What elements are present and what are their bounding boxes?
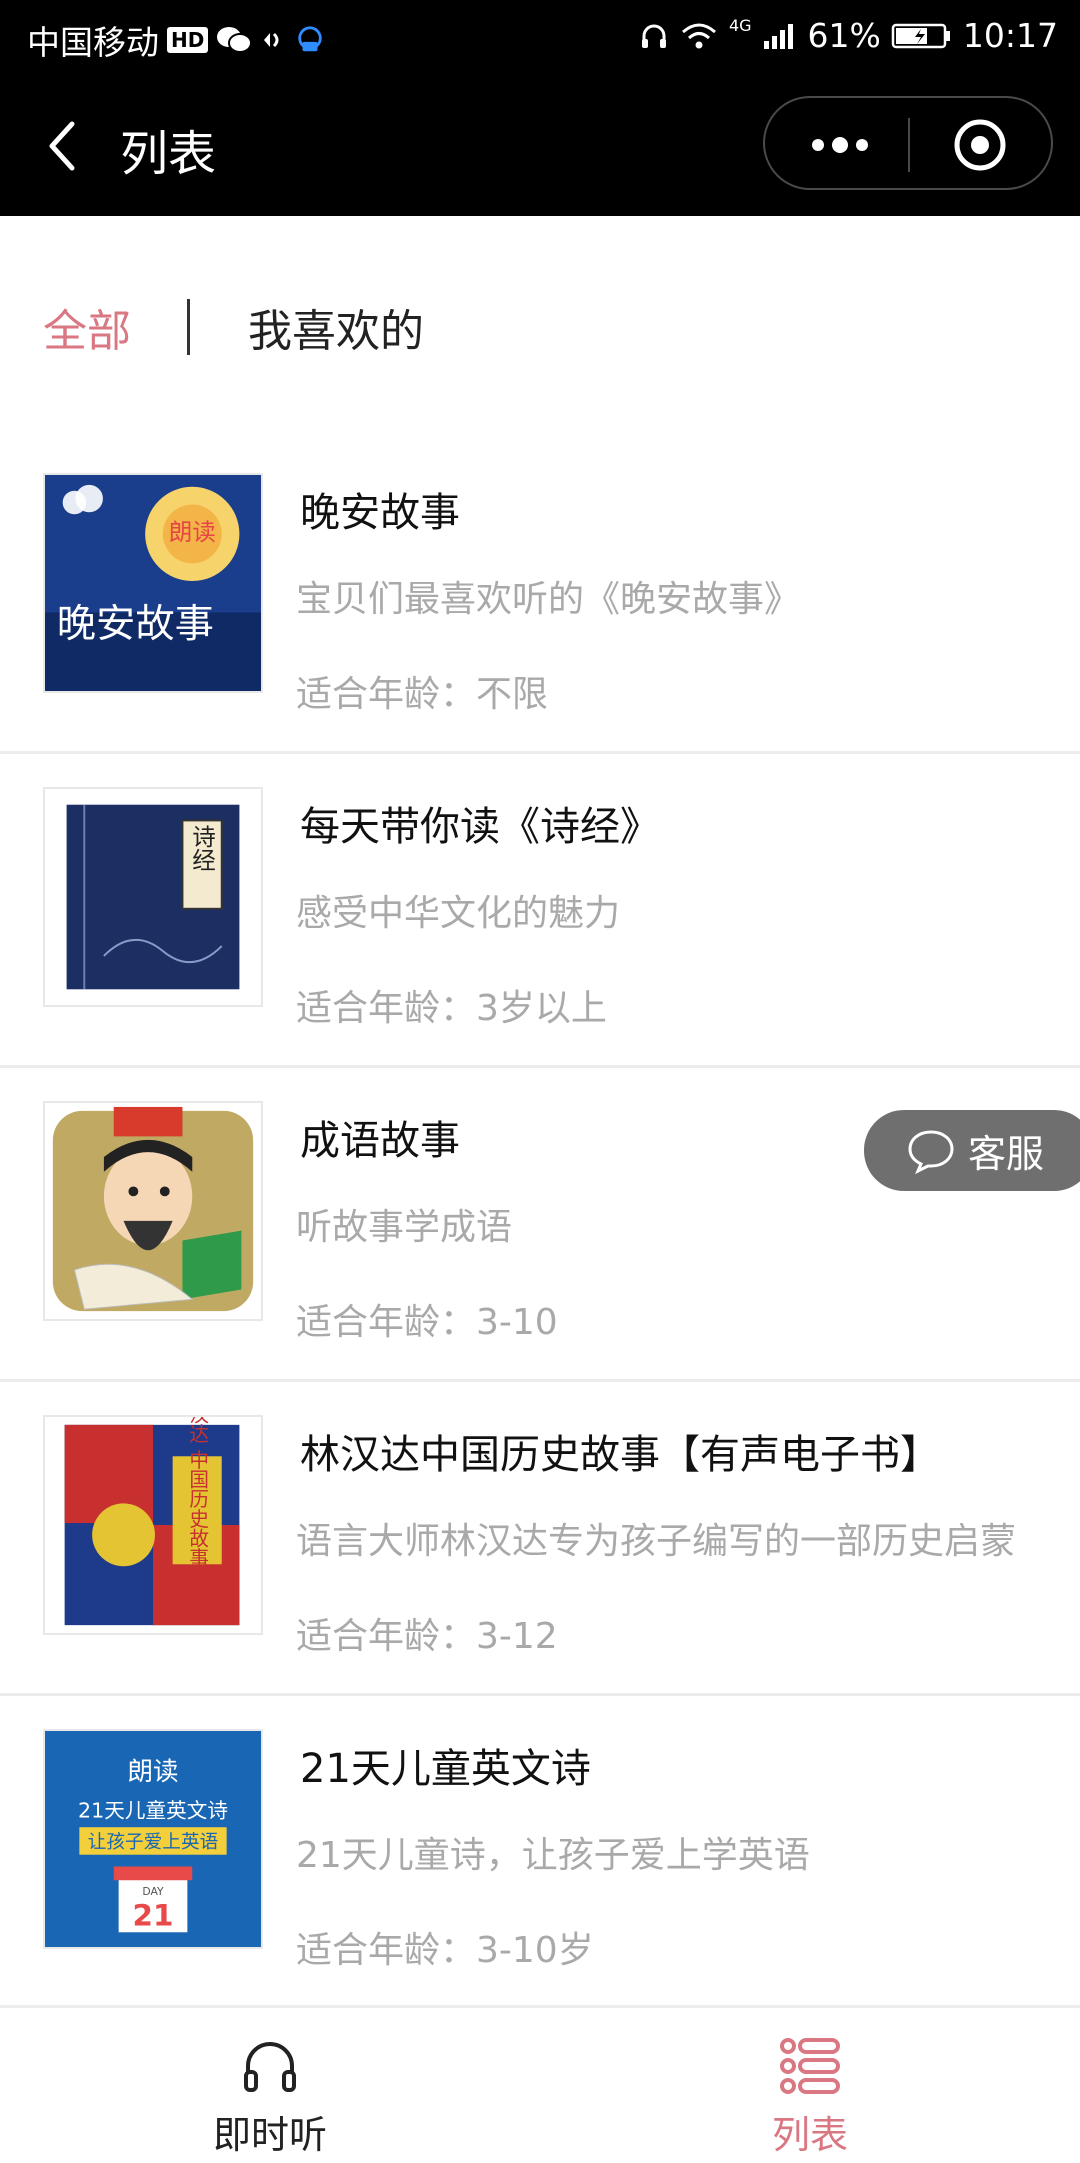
tab-list-label: 列表: [771, 2113, 848, 2157]
hd-badge: HD: [167, 27, 209, 53]
close-miniprogram-icon[interactable]: [950, 115, 1010, 175]
chat-bubble-icon: [908, 1129, 954, 1174]
cover-idiom-stories: [43, 1101, 263, 1321]
carrier-label: 中国移动: [27, 23, 159, 62]
item-age: 适合年龄：3-10岁: [296, 1930, 594, 1971]
clock: 10:17: [962, 16, 1058, 55]
filter-tabs: 全部 我喜欢的: [43, 296, 424, 358]
item-age: 适合年龄：不限: [296, 674, 549, 715]
miniprogram-capsule: [763, 96, 1053, 190]
item-description: 语言大师林汉达专为孩子编写的一部历史启蒙: [296, 1521, 1017, 1562]
cover-number: 21: [133, 1898, 174, 1932]
list-item[interactable]: 朗读 晚安故事 晚安故事 宝贝们最喜欢听的《晚安故事》 适合年龄：不限: [0, 440, 1080, 754]
item-title: 21天儿童英文诗: [300, 1746, 591, 1792]
cover-brand: 朗读: [169, 518, 216, 546]
cover-line1: 21天儿童英文诗: [78, 1798, 228, 1822]
cover-day: DAY: [142, 1885, 164, 1898]
headphones-status-icon: [641, 24, 666, 48]
program-list: 朗读 晚安故事 晚安故事 宝贝们最喜欢听的《晚安故事》 适合年龄：不限 诗经 每…: [0, 440, 1080, 2010]
wechat-icon: [217, 27, 253, 53]
headphones-icon: [244, 2042, 296, 2092]
cover-goodnight-stories: 朗读 晚安故事: [43, 473, 263, 693]
cover-brand: 朗读: [127, 1757, 178, 1787]
cover-title: 林汉达 中国历史故事集: [186, 1417, 209, 1587]
more-options-icon[interactable]: [805, 118, 875, 172]
item-title: 每天带你读《诗经》: [300, 804, 660, 850]
customer-service-button[interactable]: 客服: [864, 1110, 1080, 1191]
network-type-label: 4G: [728, 16, 752, 35]
item-description: 听故事学成语: [296, 1207, 513, 1248]
tab-listen-now-label: 即时听: [212, 2113, 327, 2157]
item-description: 感受中华文化的魅力: [296, 893, 621, 934]
list-item[interactable]: 朗读 21天儿童英文诗 让孩子爱上英语 DAY 21 21天儿童英文诗 21天儿…: [0, 1696, 1080, 2010]
tab-list[interactable]: 列表: [540, 2008, 1080, 2163]
cover-book-of-songs: 诗经: [43, 787, 263, 1007]
cover-line2: 让孩子爱上英语: [88, 1832, 218, 1853]
tab-listen-now[interactable]: 即时听: [0, 2008, 540, 2163]
item-description: 21天儿童诗，让孩子爱上学英语: [296, 1835, 810, 1876]
list-item[interactable]: 诗经 每天带你读《诗经》 感受中华文化的魅力 适合年龄：3岁以上: [0, 754, 1080, 1068]
audio-wave-icon: [264, 32, 279, 48]
battery-icon: [891, 23, 950, 48]
wifi-icon: [681, 23, 716, 48]
list-icon: [780, 2038, 840, 2094]
bottom-tab-bar: 即时听 列表: [0, 2005, 1080, 2163]
cover-title: 晚安故事: [57, 602, 214, 647]
item-title: 林汉达中国历史故事【有声电子书】: [300, 1432, 940, 1478]
cover-english-poems: 朗读 21天儿童英文诗 让孩子爱上英语 DAY 21: [43, 1729, 263, 1949]
tab-liked[interactable]: 我喜欢的: [248, 295, 424, 359]
item-age: 适合年龄：3-12: [296, 1616, 558, 1657]
capsule-divider: [908, 118, 910, 172]
tab-all[interactable]: 全部: [43, 295, 131, 359]
notification-app-icon: [298, 26, 323, 52]
item-age: 适合年龄：3岁以上: [296, 988, 607, 1029]
item-description: 宝贝们最喜欢听的《晚安故事》: [296, 579, 801, 620]
page-title: 列表: [120, 126, 217, 182]
battery-percent: 61%: [807, 16, 881, 55]
list-item[interactable]: 林汉达 中国历史故事集 林汉达中国历史故事【有声电子书】 语言大师林汉达专为孩子…: [0, 1382, 1080, 1696]
item-title: 晚安故事: [300, 490, 460, 536]
cover-title: 诗经: [188, 824, 216, 871]
back-arrow-icon[interactable]: [40, 116, 90, 176]
navigation-bar: 列表: [0, 74, 1080, 216]
signal-icon: [763, 23, 793, 49]
cover-history-stories: 林汉达 中国历史故事集: [43, 1415, 263, 1635]
tab-separator: [187, 299, 190, 355]
item-title: 成语故事: [300, 1118, 460, 1164]
customer-service-label: 客服: [968, 1132, 1045, 1176]
status-bar: 中国移动 HD 4G 61% 10:17: [0, 0, 1080, 74]
item-age: 适合年龄：3-10: [296, 1302, 558, 1343]
